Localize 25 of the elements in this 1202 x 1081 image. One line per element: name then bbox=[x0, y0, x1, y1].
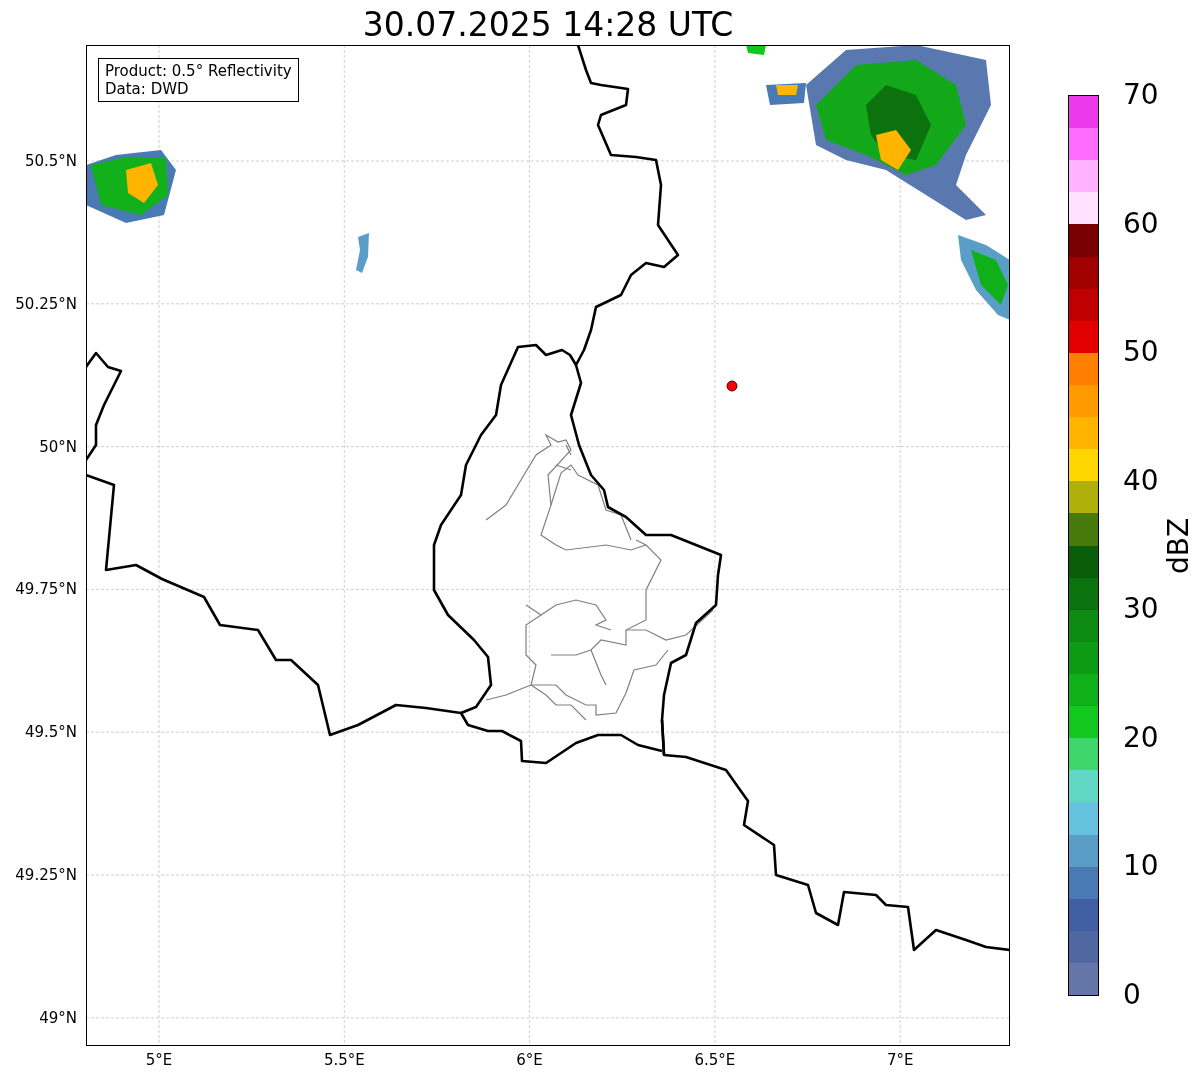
colorbar-tick-label: 40 bbox=[1123, 464, 1159, 497]
latitude-label: 50°N bbox=[39, 437, 77, 456]
colorbar-tick-label: 20 bbox=[1123, 721, 1159, 754]
longitude-label: 6°E bbox=[516, 1051, 543, 1069]
latitude-label: 49.5°N bbox=[24, 723, 77, 742]
colorbar-tick-label: 70 bbox=[1123, 79, 1159, 111]
colorbar-tick-label: 10 bbox=[1123, 850, 1159, 883]
latitude-label: 50.5°N bbox=[24, 152, 77, 170]
colorbar-tick-label: 0 bbox=[1123, 979, 1141, 1011]
colorbar-tick-label: 50 bbox=[1123, 336, 1159, 369]
location-marker bbox=[726, 380, 738, 392]
colorbar-label: dBZ bbox=[1161, 517, 1196, 574]
latitude-label: 49.75°N bbox=[15, 580, 77, 599]
chart-title: 30.07.2025 14:28 UTC bbox=[362, 5, 734, 45]
longitude-label: 7°E bbox=[886, 1051, 914, 1069]
colorbar-tick-label: 30 bbox=[1123, 593, 1159, 626]
legend-text: Data: DWD bbox=[105, 80, 190, 98]
longitude-label: 5.5°E bbox=[323, 1051, 365, 1069]
latitude-label: 50.25°N bbox=[15, 294, 77, 313]
longitude-label: 6.5°E bbox=[694, 1051, 736, 1069]
longitude-label: 5°E bbox=[145, 1051, 173, 1069]
latitude-label: 49.25°N bbox=[15, 866, 77, 884]
legend-text: Product: 0.5° Reflectivity bbox=[105, 62, 292, 80]
latitude-label: 49°N bbox=[39, 1008, 77, 1027]
colorbar-tick-label: 60 bbox=[1123, 207, 1159, 240]
